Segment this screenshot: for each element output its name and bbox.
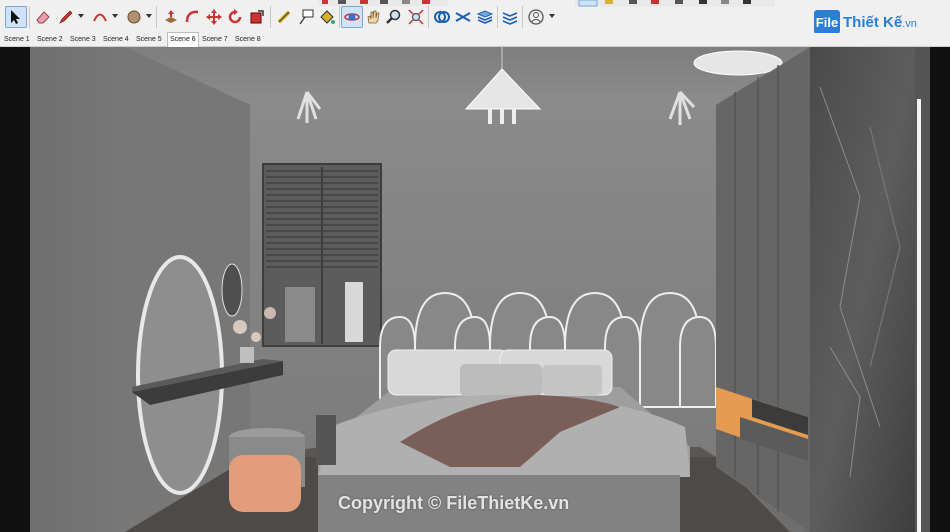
- text-label-icon: [299, 9, 314, 25]
- watermark: Copyright © FileThietKe.vn: [338, 493, 570, 513]
- arrow-cursor-icon: [11, 10, 20, 24]
- chevron-down-icon[interactable]: [112, 14, 118, 18]
- arc-icon: [93, 13, 107, 22]
- arc-tool[interactable]: [89, 6, 111, 28]
- user-circle-icon: [528, 9, 544, 25]
- paint-bucket-icon: [320, 10, 335, 24]
- layers-icon: [476, 10, 494, 24]
- orbit-icon: [344, 13, 360, 21]
- scene-tab-4[interactable]: Scene 4: [101, 33, 131, 46]
- tape-measure-tool[interactable]: [273, 6, 295, 28]
- scene-tab-1[interactable]: Scene 1: [2, 33, 32, 46]
- orbit-tool[interactable]: [341, 6, 363, 28]
- scene-tab-5[interactable]: Scene 5: [134, 33, 164, 46]
- chevron-down-icon[interactable]: [78, 14, 84, 18]
- scene-tab-6[interactable]: Scene 6: [167, 32, 199, 47]
- main-toolbar: File Thiết Kế.vn: [0, 0, 950, 34]
- chevron-down-icon[interactable]: [146, 14, 152, 18]
- 3d-viewport[interactable]: [0, 47, 950, 532]
- paint-bucket-tool[interactable]: [316, 6, 338, 28]
- sandbox-icon: [455, 12, 471, 22]
- scene-tab-8[interactable]: Scene 8: [233, 33, 263, 46]
- pan-tool[interactable]: [362, 6, 384, 28]
- select-tool[interactable]: [5, 6, 27, 28]
- tape-measure-icon: [277, 10, 291, 24]
- zoom-extents-icon: [408, 9, 424, 25]
- rotate-tool[interactable]: [224, 6, 246, 28]
- eraser-tool[interactable]: [32, 6, 54, 28]
- sandbox-tool[interactable]: [452, 6, 474, 28]
- floating-toolbar-fragment-2: [575, 0, 775, 7]
- rotate-icon: [228, 9, 242, 24]
- scene-tab-3[interactable]: Scene 3: [68, 33, 98, 46]
- styles-icon: [502, 12, 518, 25]
- push-pull-icon: [165, 10, 177, 23]
- scene-tab-7[interactable]: Scene 7: [200, 33, 230, 46]
- scale-tool[interactable]: [246, 6, 268, 28]
- solid-tools-icon: [434, 11, 450, 23]
- styles-tool[interactable]: [499, 6, 521, 28]
- text-tool[interactable]: [295, 6, 317, 28]
- floating-toolbar-fragment: [318, 0, 448, 6]
- pencil-tool[interactable]: [55, 6, 77, 28]
- marble-wall: [810, 47, 915, 532]
- move-tool[interactable]: [203, 6, 225, 28]
- chevron-down-icon[interactable]: [549, 14, 555, 18]
- logo-text: Thiết Kế.vn: [843, 13, 917, 31]
- magnifier-icon: [386, 9, 401, 24]
- layers-tool[interactable]: [474, 6, 496, 28]
- account-menu[interactable]: [525, 6, 547, 28]
- pencil-icon: [59, 10, 73, 24]
- bedroom-render: [0, 47, 950, 532]
- site-logo: File Thiết Kế.vn: [814, 10, 917, 34]
- scale-icon: [250, 10, 264, 24]
- zoom-extents-tool[interactable]: [405, 6, 427, 28]
- zoom-tool[interactable]: [383, 6, 405, 28]
- push-pull-tool[interactable]: [160, 6, 182, 28]
- solid-tools[interactable]: [431, 6, 453, 28]
- stool-cushion: [229, 455, 301, 512]
- follow-me-icon: [185, 10, 199, 23]
- hand-icon: [367, 10, 380, 24]
- scene-tabs: Scene 1 Scene 2 Scene 3 Scene 4 Scene 5 Scene…: [0, 32, 950, 47]
- move-arrows-icon: [206, 9, 222, 25]
- shapes-tool[interactable]: [123, 6, 145, 28]
- scene-tab-2[interactable]: Scene 2: [35, 33, 65, 46]
- eraser-icon: [36, 11, 50, 24]
- circle-shape-icon: [127, 10, 141, 24]
- logo-mark: File: [814, 10, 840, 34]
- follow-me-tool[interactable]: [182, 6, 204, 28]
